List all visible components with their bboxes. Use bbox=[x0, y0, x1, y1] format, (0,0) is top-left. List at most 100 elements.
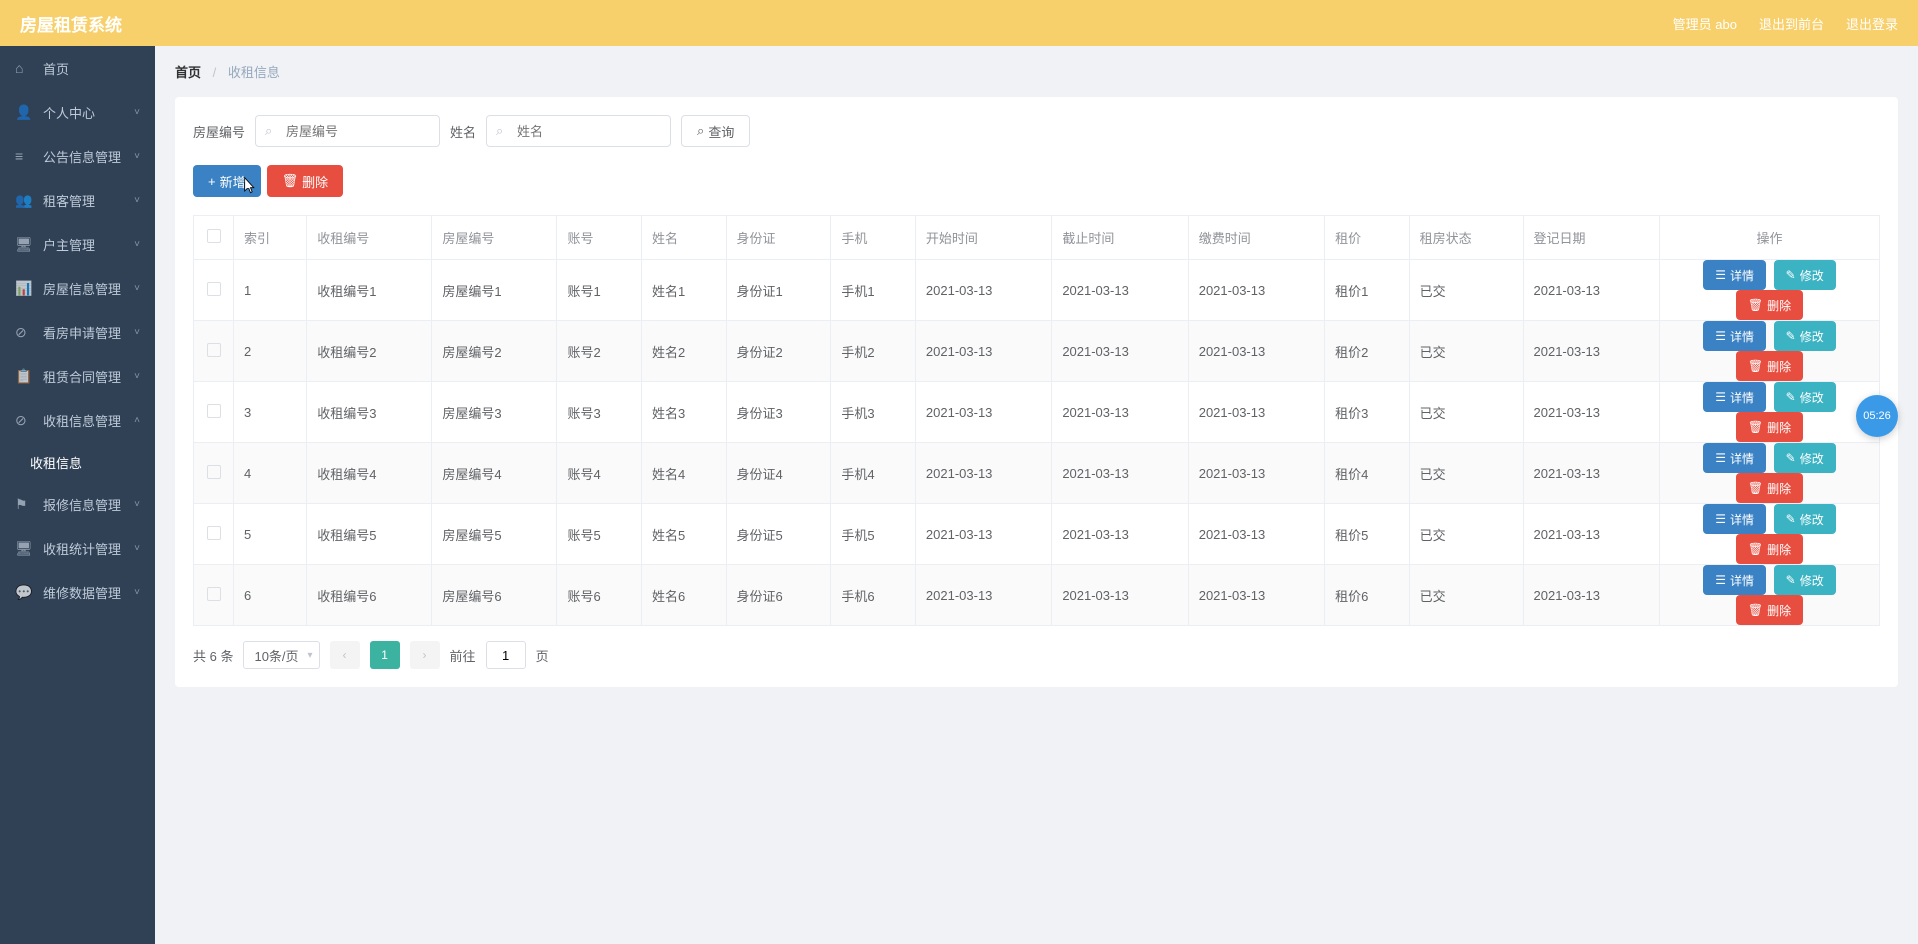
breadcrumb-home[interactable]: 首页 bbox=[175, 65, 201, 80]
row-checkbox[interactable] bbox=[207, 404, 221, 418]
table-cell: 2021-03-13 bbox=[1188, 321, 1324, 382]
table-cell: 房屋编号6 bbox=[432, 565, 557, 626]
table-cell: 2021-03-13 bbox=[1188, 260, 1324, 321]
table-cell: 账号5 bbox=[557, 504, 642, 565]
row-delete-button[interactable]: 🗑 删除 bbox=[1736, 412, 1803, 442]
add-button[interactable]: + 新增 bbox=[193, 165, 261, 197]
sidebar-item-3[interactable]: 👥租客管理˅ bbox=[0, 178, 155, 222]
exit-login-link[interactable]: 退出登录 bbox=[1846, 14, 1898, 33]
edit-button[interactable]: ✎ 修改 bbox=[1774, 565, 1836, 595]
per-page-select[interactable]: 10条/页 bbox=[243, 641, 319, 669]
table-cell: 租价6 bbox=[1325, 565, 1410, 626]
table-cell: 租价5 bbox=[1325, 504, 1410, 565]
detail-button[interactable]: ☰ 详情 bbox=[1703, 443, 1766, 473]
sidebar-item-9[interactable]: ⚑报修信息管理˅ bbox=[0, 482, 155, 526]
row-delete-button[interactable]: 🗑 删除 bbox=[1736, 473, 1803, 503]
table-cell: 2021-03-13 bbox=[1523, 260, 1660, 321]
row-checkbox[interactable] bbox=[207, 526, 221, 540]
table-cell: 已交 bbox=[1409, 504, 1523, 565]
table-cell: 姓名6 bbox=[642, 565, 727, 626]
edit-button[interactable]: ✎ 修改 bbox=[1774, 504, 1836, 534]
edit-button[interactable]: ✎ 修改 bbox=[1774, 443, 1836, 473]
sidebar-item-0[interactable]: ⌂首页 bbox=[0, 46, 155, 90]
table-cell: 手机5 bbox=[831, 504, 916, 565]
sidebar-item-8[interactable]: ⊘收租信息管理˄ bbox=[0, 398, 155, 442]
submenu-rent-info[interactable]: 收租信息 bbox=[0, 442, 155, 482]
table-cell: 姓名1 bbox=[642, 260, 727, 321]
edit-icon: ✎ bbox=[1786, 573, 1796, 587]
pagination-total: 共 6 条 bbox=[193, 646, 233, 665]
action-cell: ☰ 详情 ✎ 修改 🗑 删除 bbox=[1660, 565, 1880, 626]
action-cell: ☰ 详情 ✎ 修改 🗑 删除 bbox=[1660, 443, 1880, 504]
house-number-input[interactable] bbox=[255, 115, 440, 147]
timer-badge: 05:26 bbox=[1856, 395, 1898, 437]
column-header: 租价 bbox=[1325, 216, 1410, 260]
table-cell: 手机1 bbox=[831, 260, 916, 321]
row-checkbox[interactable] bbox=[207, 465, 221, 479]
menu-icon: ≡ bbox=[15, 148, 33, 164]
edit-button[interactable]: ✎ 修改 bbox=[1774, 260, 1836, 290]
table-cell: 2021-03-13 bbox=[1052, 382, 1188, 443]
menu-icon: ⊘ bbox=[15, 412, 33, 429]
table-cell: 姓名2 bbox=[642, 321, 727, 382]
row-delete-button[interactable]: 🗑 删除 bbox=[1736, 351, 1803, 381]
data-table: 索引收租编号房屋编号账号姓名身份证手机开始时间截止时间缴费时间租价租房状态登记日… bbox=[193, 215, 1880, 626]
sidebar-item-1[interactable]: 👤个人中心˅ bbox=[0, 90, 155, 134]
table-body: 1收租编号1房屋编号1账号1姓名1身份证1手机12021-03-132021-0… bbox=[194, 260, 1880, 626]
sidebar-item-2[interactable]: ≡公告信息管理˅ bbox=[0, 134, 155, 178]
table-cell: 2021-03-13 bbox=[1052, 321, 1188, 382]
detail-button[interactable]: ☰ 详情 bbox=[1703, 382, 1766, 412]
detail-button[interactable]: ☰ 详情 bbox=[1703, 504, 1766, 534]
sidebar-item-10[interactable]: 🖥收租统计管理˅ bbox=[0, 526, 155, 570]
plus-icon: + bbox=[208, 174, 216, 189]
table-cell: 2021-03-13 bbox=[1523, 443, 1660, 504]
list-icon: ☰ bbox=[1715, 573, 1726, 587]
edit-button[interactable]: ✎ 修改 bbox=[1774, 382, 1836, 412]
page-number-1[interactable]: 1 bbox=[370, 641, 400, 669]
menu-icon: 👤 bbox=[15, 104, 33, 121]
chevron-down-icon: ˅ bbox=[134, 543, 140, 554]
detail-button[interactable]: ☰ 详情 bbox=[1703, 565, 1766, 595]
exit-front-link[interactable]: 退出到前台 bbox=[1759, 14, 1824, 33]
table-cell: 身份证3 bbox=[726, 382, 831, 443]
column-header: 租房状态 bbox=[1409, 216, 1523, 260]
row-delete-button[interactable]: 🗑 删除 bbox=[1736, 290, 1803, 320]
sidebar-item-7[interactable]: 📋租赁合同管理˅ bbox=[0, 354, 155, 398]
row-delete-button[interactable]: 🗑 删除 bbox=[1736, 534, 1803, 564]
action-row: + 新增 🗑 删除 bbox=[193, 165, 1880, 197]
edit-icon: ✎ bbox=[1786, 268, 1796, 282]
row-checkbox[interactable] bbox=[207, 343, 221, 357]
next-page-button[interactable]: › bbox=[410, 641, 440, 669]
table-cell: 2021-03-13 bbox=[1188, 443, 1324, 504]
table-cell: 手机6 bbox=[831, 565, 916, 626]
row-delete-button[interactable]: 🗑 删除 bbox=[1736, 595, 1803, 625]
column-header: 截止时间 bbox=[1052, 216, 1188, 260]
prev-page-button[interactable]: ‹ bbox=[330, 641, 360, 669]
table-row: 4收租编号4房屋编号4账号4姓名4身份证4手机42021-03-132021-0… bbox=[194, 443, 1880, 504]
list-icon: ☰ bbox=[1715, 268, 1726, 282]
goto-suffix: 页 bbox=[536, 646, 549, 665]
sidebar-item-11[interactable]: 💬维修数据管理˅ bbox=[0, 570, 155, 614]
row-checkbox[interactable] bbox=[207, 282, 221, 296]
delete-button[interactable]: 🗑 删除 bbox=[267, 165, 344, 197]
sidebar-item-4[interactable]: 🖥户主管理˅ bbox=[0, 222, 155, 266]
detail-button[interactable]: ☰ 详情 bbox=[1703, 260, 1766, 290]
menu-label: 租赁合同管理 bbox=[43, 367, 121, 386]
detail-button[interactable]: ☰ 详情 bbox=[1703, 321, 1766, 351]
menu-icon: ⊘ bbox=[15, 324, 33, 341]
content-card: 房屋编号 ⌕ 姓名 ⌕ ⌕ 查询 + 新增 bbox=[175, 97, 1898, 687]
row-checkbox[interactable] bbox=[207, 587, 221, 601]
admin-label[interactable]: 管理员 abo bbox=[1673, 14, 1737, 33]
goto-page-input[interactable] bbox=[486, 641, 526, 669]
menu-icon: ⚑ bbox=[15, 496, 33, 513]
trash-icon: 🗑 bbox=[1748, 481, 1763, 495]
search-row: 房屋编号 ⌕ 姓名 ⌕ ⌕ 查询 bbox=[193, 115, 1880, 147]
edit-button[interactable]: ✎ 修改 bbox=[1774, 321, 1836, 351]
table-cell: 账号6 bbox=[557, 565, 642, 626]
query-button[interactable]: ⌕ 查询 bbox=[681, 115, 750, 147]
search-label-house: 房屋编号 bbox=[193, 122, 245, 141]
sidebar-item-6[interactable]: ⊘看房申请管理˅ bbox=[0, 310, 155, 354]
name-input[interactable] bbox=[486, 115, 671, 147]
select-all-checkbox[interactable] bbox=[207, 229, 221, 243]
sidebar-item-5[interactable]: 📊房屋信息管理˅ bbox=[0, 266, 155, 310]
